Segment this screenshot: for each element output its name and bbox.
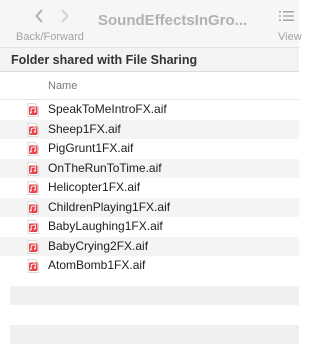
file-list: SpeakToMeIntroFX.aif Sheep1FX.aif PigGrunt…: [0, 100, 299, 276]
aif-audio-file-icon: [27, 122, 39, 137]
path-bar: Folder shared with File Sharing: [0, 48, 299, 72]
aif-audio-file-icon: [27, 220, 39, 234]
chevron-right-icon[interactable]: [57, 7, 73, 25]
empty-row-stripe: [10, 286, 299, 305]
aif-audio-file-icon: [27, 103, 39, 117]
file-row[interactable]: PigGrunt1FX.aif: [0, 139, 299, 159]
empty-row-stripe: [10, 325, 299, 344]
folder-location-title: Folder shared with File Sharing: [11, 53, 198, 67]
column-header-name[interactable]: Name: [48, 80, 77, 92]
aif-audio-file-icon: [27, 200, 39, 215]
aif-audio-file-icon: [27, 161, 39, 176]
file-row[interactable]: BabyCrying2FX.aif: [0, 236, 299, 256]
file-name: AtomBomb1FX.aif: [48, 258, 146, 272]
file-row[interactable]: Sheep1FX.aif: [0, 119, 299, 139]
column-header: Name: [0, 73, 299, 100]
file-name: BabyLaughing1FX.aif: [48, 219, 163, 233]
file-name: ChildrenPlaying1FX.aif: [48, 199, 171, 214]
file-row[interactable]: Helicopter1FX.aif: [0, 178, 299, 198]
file-row[interactable]: AtomBomb1FX.aif: [0, 256, 299, 276]
file-row[interactable]: OnTheRunToTime.aif: [0, 158, 299, 178]
chevron-left-icon[interactable]: [31, 7, 47, 25]
file-row[interactable]: SpeakToMeIntroFX.aif: [0, 100, 299, 120]
window-title: SoundEffectsInGro...: [98, 12, 248, 29]
file-row[interactable]: ChildrenPlaying1FX.aif: [0, 197, 299, 217]
file-name: Sheep1FX.aif: [48, 121, 121, 136]
file-row[interactable]: BabyLaughing1FX.aif: [0, 217, 299, 237]
aif-audio-file-icon: [27, 142, 39, 156]
aif-audio-file-icon: [27, 259, 39, 273]
finder-toolbar: Back/Forward SoundEffectsInGro... View: [0, 0, 302, 48]
back-forward-label: Back/Forward: [16, 31, 84, 43]
file-name: PigGrunt1FX.aif: [48, 141, 134, 155]
aif-audio-file-icon: [27, 239, 39, 254]
file-name: BabyCrying2FX.aif: [48, 238, 149, 253]
aif-audio-file-icon: [27, 181, 39, 195]
file-name: OnTheRunToTime.aif: [48, 160, 162, 175]
list-view-icon[interactable]: [278, 9, 294, 23]
file-name: SpeakToMeIntroFX.aif: [48, 102, 167, 116]
file-name: Helicopter1FX.aif: [48, 180, 141, 194]
view-label: View: [278, 31, 302, 43]
